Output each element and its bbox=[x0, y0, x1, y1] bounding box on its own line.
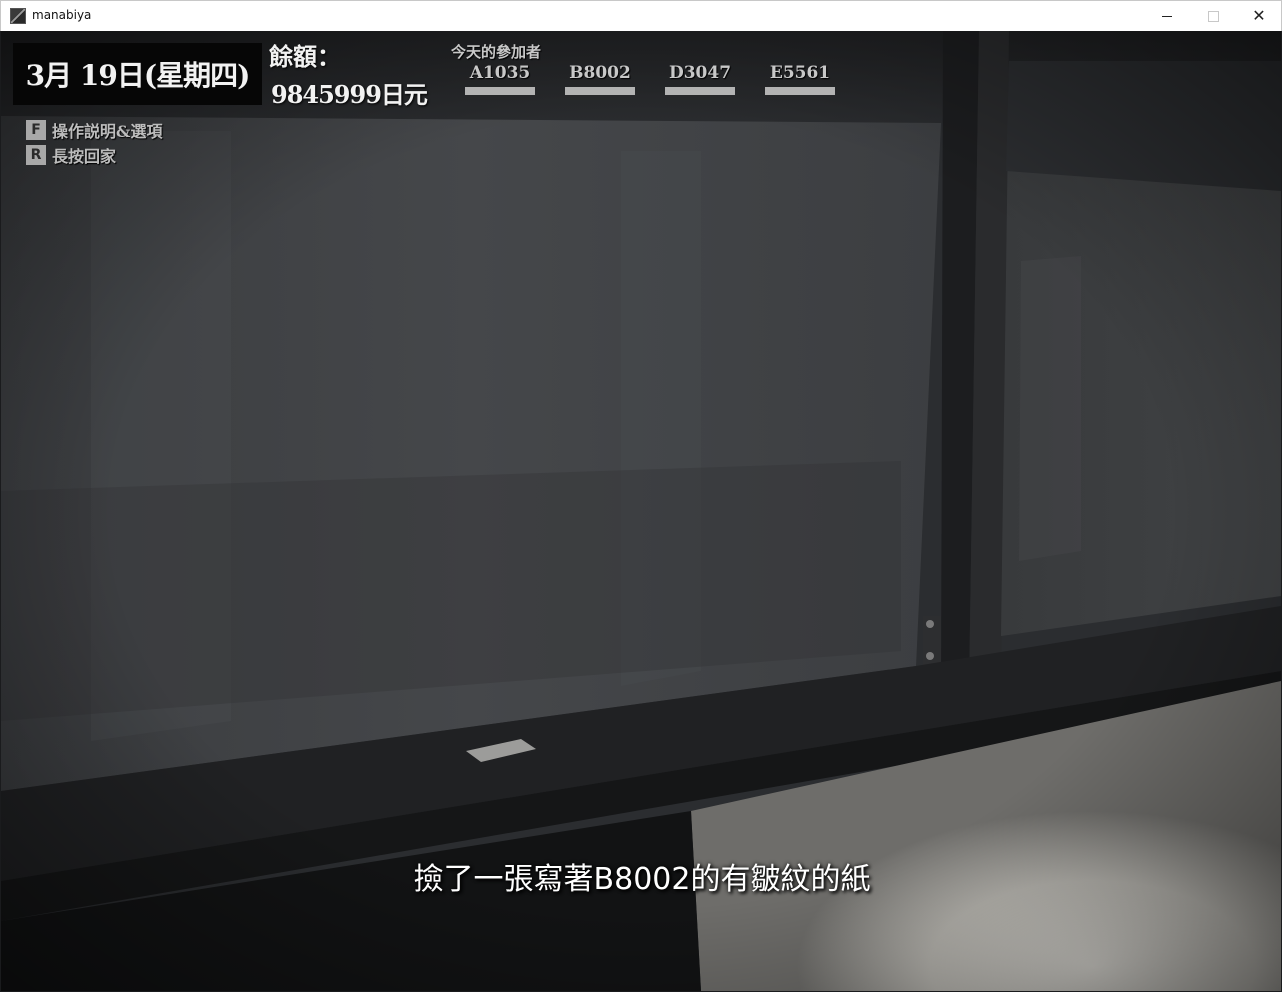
close-button[interactable]: ✕ bbox=[1236, 1, 1282, 31]
participant-bar bbox=[765, 87, 835, 95]
app-icon bbox=[10, 8, 26, 24]
hint-go-home: R 長按回家 bbox=[26, 144, 116, 166]
scene-background bbox=[1, 31, 1281, 991]
subtitle-message: 撿了一張寫著B8002的有皺紋的紙 bbox=[413, 862, 871, 897]
participant-bar bbox=[465, 87, 535, 95]
balance-label: 餘額： bbox=[269, 42, 341, 71]
participant-e5561: E5561 bbox=[765, 61, 835, 95]
participant-id: B8002 bbox=[569, 63, 631, 83]
balance-value: 9845999日元 bbox=[271, 80, 428, 109]
window-titlebar[interactable]: manabiya ✕ bbox=[0, 0, 1282, 31]
window-title: manabiya bbox=[32, 8, 92, 22]
participant-d3047: D3047 bbox=[665, 61, 735, 95]
date-display: 3月 19日(星期四) bbox=[13, 43, 262, 105]
participant-id: A1035 bbox=[469, 63, 531, 83]
participant-bar bbox=[665, 87, 735, 95]
game-viewport[interactable]: 3月 19日(星期四) 餘額： 9845999日元 今天的參加者 A1035 B… bbox=[1, 31, 1281, 991]
hint-controls-options: F 操作説明&選項 bbox=[26, 119, 162, 141]
close-icon: ✕ bbox=[1252, 6, 1266, 25]
hint-label: 長按回家 bbox=[52, 147, 117, 166]
participant-b8002: B8002 bbox=[565, 61, 635, 95]
maximize-button[interactable] bbox=[1190, 1, 1236, 31]
key-f-icon: F bbox=[26, 120, 46, 140]
participant-id: D3047 bbox=[668, 63, 732, 83]
hint-label: 操作説明&選項 bbox=[52, 122, 163, 141]
participants-title: 今天的參加者 bbox=[451, 43, 542, 61]
key-r-icon: R bbox=[26, 145, 46, 165]
participant-a1035: A1035 bbox=[465, 61, 535, 95]
maximize-icon bbox=[1207, 10, 1219, 22]
minimize-button[interactable] bbox=[1144, 1, 1190, 31]
date-text: 3月 19日(星期四) bbox=[25, 59, 251, 92]
minimize-icon bbox=[1162, 15, 1172, 17]
participant-bar bbox=[565, 87, 635, 95]
participant-id: E5561 bbox=[769, 63, 831, 83]
